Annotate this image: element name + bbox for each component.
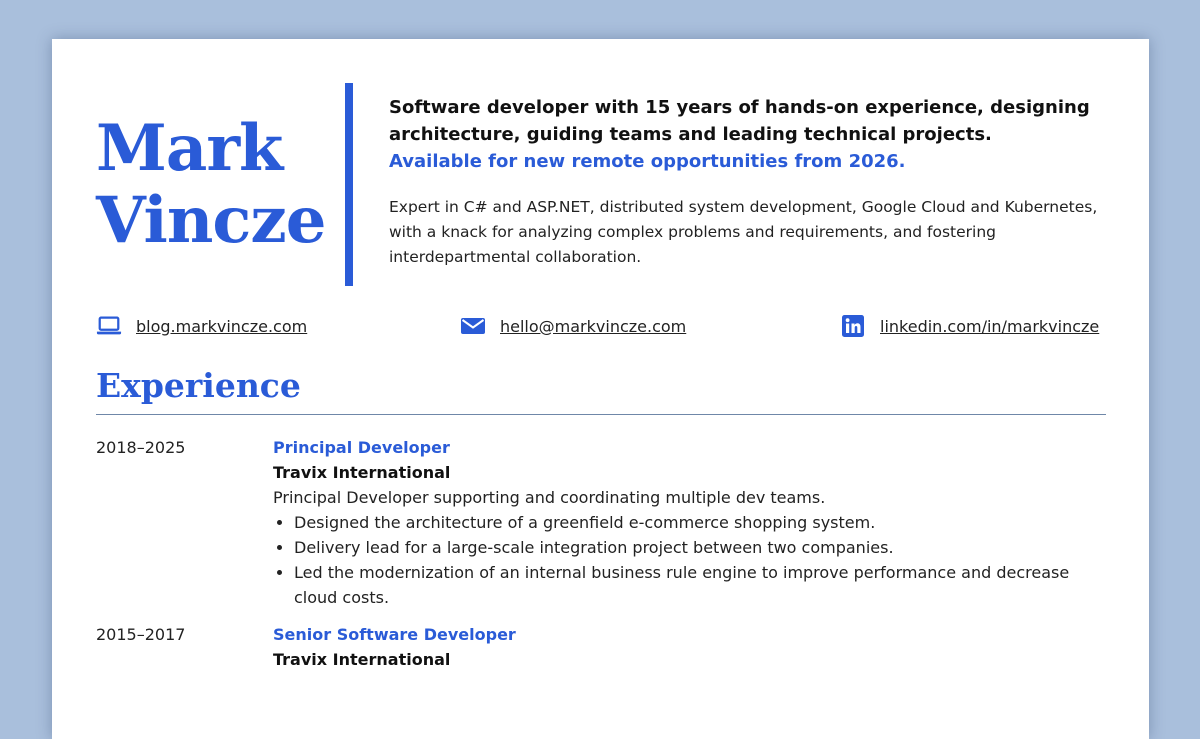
envelope-icon [460, 315, 486, 337]
headline: Software developer with 15 years of hand… [389, 94, 1109, 175]
experience-heading: Experience [96, 366, 301, 405]
header-divider-bar [345, 83, 353, 286]
section-divider [96, 414, 1106, 415]
job-description: Principal Developer supporting and coord… [273, 488, 826, 507]
job-bullet: Led the modernization of an internal bus… [294, 560, 1106, 610]
job-dates: 2015–2017 [96, 625, 186, 644]
job-entry: 2015–2017 Senior Software Developer Trav… [96, 622, 1106, 682]
job-entry: 2018–2025 Principal Developer Travix Int… [96, 435, 1106, 610]
email-link[interactable]: hello@markvincze.com [500, 317, 686, 336]
contact-linkedin: linkedin.com/in/markvincze [840, 313, 1099, 339]
availability-text: Available for new remote opportunities f… [389, 151, 906, 172]
blog-link[interactable]: blog.markvincze.com [136, 317, 307, 336]
last-name: Vincze [96, 183, 326, 258]
headline-text: Software developer with 15 years of hand… [389, 97, 1090, 145]
job-details: Principal Developer Travix International… [273, 435, 1106, 610]
job-bullet: Delivery lead for a large-scale integrat… [294, 535, 1106, 560]
resume-page: Mark Vincze Software developer with 15 y… [52, 39, 1149, 739]
contact-email: hello@markvincze.com [460, 313, 686, 339]
candidate-name: Mark Vincze [96, 111, 326, 258]
summary-text: Expert in C# and ASP.NET, distributed sy… [389, 198, 1098, 266]
laptop-icon [96, 315, 122, 337]
job-details: Senior Software Developer Travix Interna… [273, 622, 1106, 672]
job-dates: 2018–2025 [96, 438, 186, 457]
job-bullets: Designed the architecture of a greenfiel… [273, 510, 1106, 610]
first-name: Mark [96, 111, 283, 186]
job-bullet: Designed the architecture of a greenfiel… [294, 510, 1106, 535]
linkedin-icon [840, 315, 866, 337]
job-role: Principal Developer [273, 438, 450, 457]
linkedin-link[interactable]: linkedin.com/in/markvincze [880, 317, 1099, 336]
job-company: Travix International [273, 463, 451, 482]
job-role: Senior Software Developer [273, 625, 516, 644]
job-company: Travix International [273, 650, 451, 669]
contact-blog: blog.markvincze.com [96, 313, 307, 339]
